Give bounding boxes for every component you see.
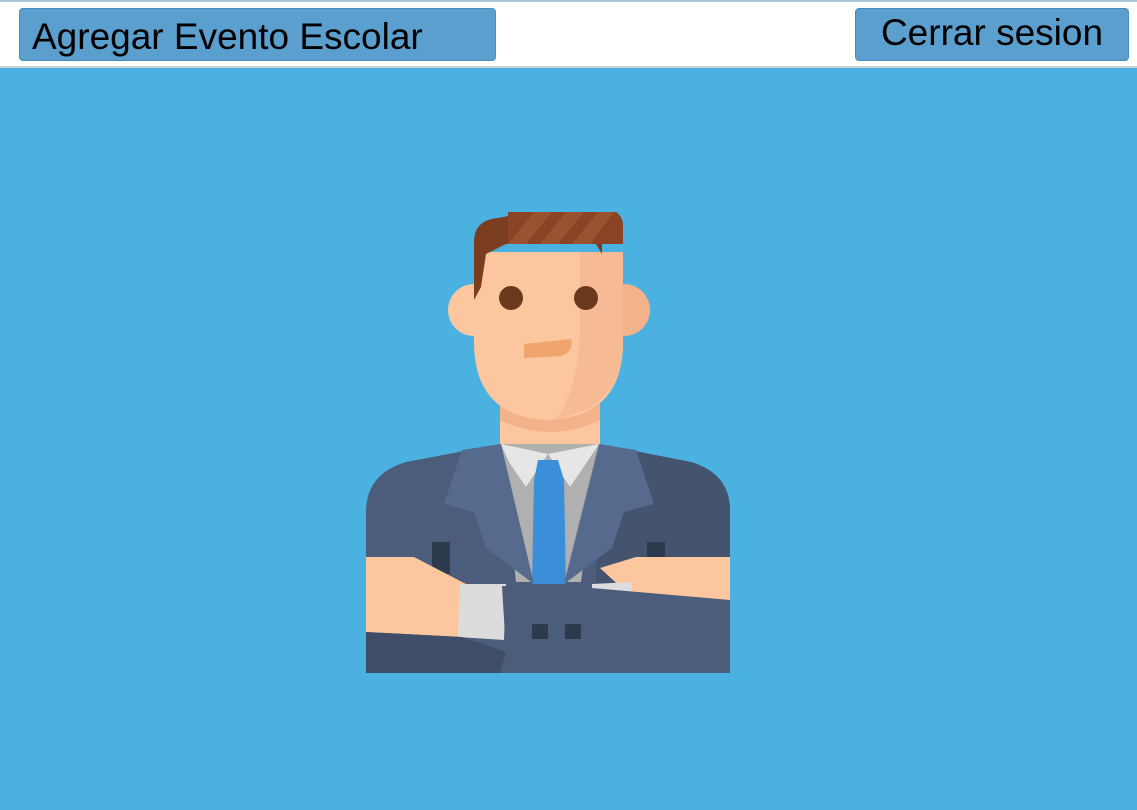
add-school-event-button[interactable]: Agregar Evento Escolar xyxy=(19,8,496,61)
logout-button[interactable]: Cerrar sesion xyxy=(855,8,1129,61)
top-navigation-bar: Agregar Evento Escolar Cerrar sesion xyxy=(0,0,1137,68)
businessman-avatar-icon xyxy=(366,212,731,673)
app-window: Agregar Evento Escolar Cerrar sesion xyxy=(0,0,1137,810)
